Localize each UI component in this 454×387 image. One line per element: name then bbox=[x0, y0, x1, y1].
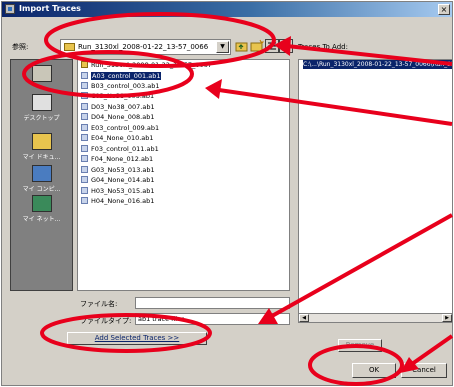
traces-to-add-list[interactable]: C:\...\Run_3130xl_2008-01-22_13-57_0066\… bbox=[298, 59, 452, 323]
file-icon bbox=[81, 124, 88, 131]
desktop-icon bbox=[31, 94, 52, 111]
list-item[interactable]: D03_No38_007.ab1 bbox=[81, 103, 155, 112]
list-view-icon[interactable] bbox=[265, 39, 279, 53]
file-icon bbox=[81, 72, 88, 79]
my-documents-icon bbox=[31, 133, 52, 150]
place-label: マイ ネット... bbox=[22, 216, 61, 223]
new-folder-icon[interactable] bbox=[250, 39, 265, 53]
my-network-icon bbox=[31, 195, 52, 212]
title-bar[interactable]: Import Traces × bbox=[2, 2, 452, 17]
list-item[interactable]: C03_No38_005.ab1 bbox=[81, 92, 154, 101]
look-in-path: Run_3130xl_2008-01-22_13-57_0066 bbox=[78, 43, 209, 51]
place-label: デスクトップ bbox=[23, 115, 60, 122]
chevron-down-icon[interactable]: ▼ bbox=[216, 41, 229, 53]
file-icon bbox=[81, 82, 88, 89]
my-computer-icon bbox=[31, 165, 52, 182]
horizontal-scrollbar[interactable]: ◀ ▶ bbox=[298, 313, 452, 323]
place-history[interactable] bbox=[11, 65, 72, 84]
cancel-button[interactable]: Cancel bbox=[401, 363, 447, 378]
file-icon bbox=[81, 155, 88, 162]
file-icon bbox=[81, 187, 88, 194]
ok-button[interactable]: OK bbox=[352, 363, 396, 378]
places-bar: デスクトップ マイ ドキュ... マイ コンピ... マイ ネット... bbox=[10, 59, 73, 291]
place-my-network[interactable]: マイ ネット... bbox=[11, 195, 72, 223]
file-icon bbox=[81, 113, 88, 120]
list-item[interactable]: E03_control_009.ab1 bbox=[81, 124, 159, 133]
look-in-label: 参照: bbox=[12, 43, 29, 51]
place-my-computer[interactable]: マイ コンピ... bbox=[11, 165, 72, 193]
place-label: マイ ドキュ... bbox=[22, 154, 61, 161]
look-in-combo[interactable]: Run_3130xl_2008-01-22_13-57_0066 ▼ bbox=[60, 39, 231, 55]
window-title: Import Traces bbox=[19, 4, 81, 13]
close-button[interactable]: × bbox=[438, 4, 450, 15]
file-icon bbox=[81, 92, 88, 99]
place-label: マイ コンピ... bbox=[22, 186, 61, 193]
place-my-documents[interactable]: マイ ドキュ... bbox=[11, 133, 72, 161]
remove-button[interactable]: Remove bbox=[338, 339, 382, 352]
list-item[interactable]: E04_None_010.ab1 bbox=[81, 134, 154, 143]
file-icon bbox=[81, 166, 88, 173]
list-item[interactable]: C:\...\Run_3130xl_2008-01-22_13-57_0066\… bbox=[303, 60, 452, 69]
file-icon bbox=[81, 103, 88, 110]
list-item[interactable]: Run_3130xl_2008-01-22_13-57_0067 bbox=[81, 61, 212, 70]
file-icon bbox=[81, 145, 88, 152]
traces-to-add-label: Traces To Add: bbox=[298, 43, 348, 51]
scroll-left-icon[interactable]: ◀ bbox=[299, 314, 309, 322]
list-item[interactable]: D04_None_008.ab1 bbox=[81, 113, 154, 122]
list-item[interactable]: A03_control_001.ab1 bbox=[81, 72, 162, 81]
list-item[interactable]: B03_control_003.ab1 bbox=[81, 82, 159, 91]
list-item[interactable]: G04_None_014.ab1 bbox=[81, 176, 154, 185]
file-icon bbox=[81, 197, 88, 204]
folder-icon bbox=[64, 43, 75, 51]
import-traces-dialog: Import Traces × 参照: Run_3130xl_2008-01-2… bbox=[1, 1, 453, 386]
file-list[interactable]: Run_3130xl_2008-01-22_13-57_0067 A03_con… bbox=[77, 59, 290, 291]
file-type-select[interactable]: ab1 trace files bbox=[135, 313, 290, 325]
history-icon bbox=[31, 65, 52, 82]
app-icon bbox=[5, 4, 15, 14]
up-folder-icon[interactable] bbox=[235, 39, 249, 53]
list-item[interactable]: F03_control_011.ab1 bbox=[81, 145, 159, 154]
details-view-icon[interactable] bbox=[279, 39, 293, 53]
file-name-label: ファイル名: bbox=[80, 300, 118, 308]
add-selected-traces-button[interactable]: Add Selected Traces >> bbox=[67, 332, 207, 345]
list-item[interactable]: G03_No53_013.ab1 bbox=[81, 166, 155, 175]
file-type-label: ファイルタイプ: bbox=[80, 317, 132, 325]
file-icon bbox=[81, 134, 88, 141]
place-desktop[interactable]: デスクトップ bbox=[11, 94, 72, 122]
list-item[interactable]: F04_None_012.ab1 bbox=[81, 155, 153, 164]
file-name-input[interactable] bbox=[135, 297, 290, 309]
list-item[interactable]: H04_None_016.ab1 bbox=[81, 197, 154, 206]
scroll-right-icon[interactable]: ▶ bbox=[442, 314, 452, 322]
file-icon bbox=[81, 176, 88, 183]
list-item[interactable]: H03_No53_015.ab1 bbox=[81, 187, 155, 196]
folder-icon bbox=[81, 61, 88, 68]
